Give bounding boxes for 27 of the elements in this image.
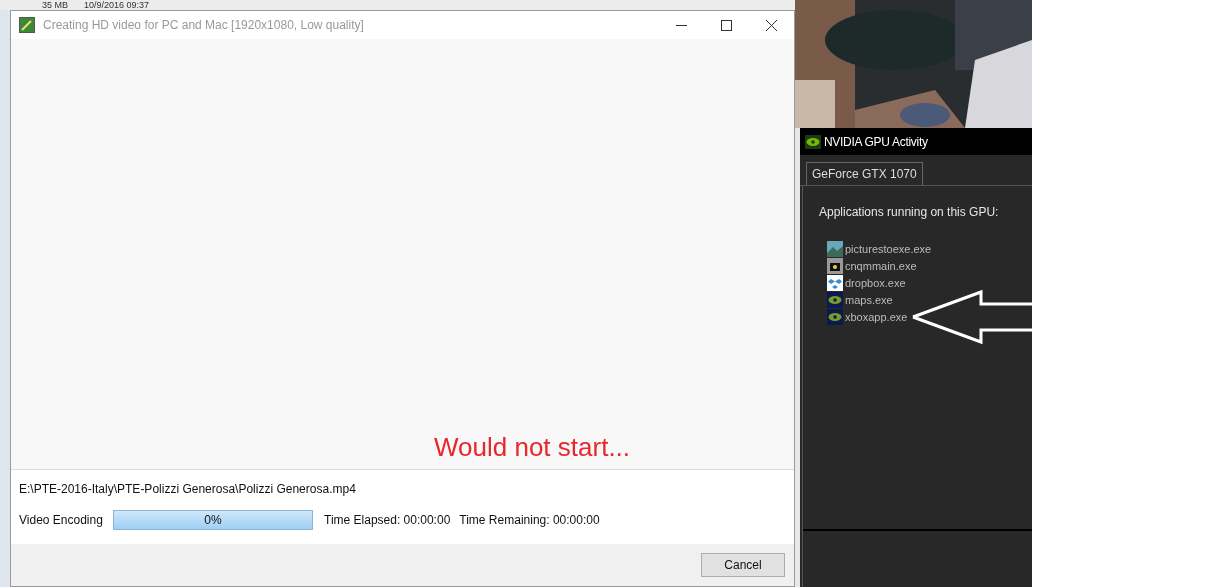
app-name: picturestoexe.exe [845, 241, 932, 257]
progress-text: 0% [203, 512, 223, 529]
camera-icon [827, 258, 843, 274]
output-path: E:\PTE-2016-Italy\PTE-Polizzi Generosa\Polizzi Generosa.mp4 [19, 481, 357, 498]
file-size: 35 MB [42, 0, 68, 10]
maximize-icon[interactable] [721, 19, 732, 31]
eye-logo-icon [827, 292, 843, 308]
eye-logo-icon [827, 309, 843, 325]
gpu-tab[interactable]: GeForce GTX 1070 [806, 162, 923, 185]
apps-heading: Applications running on this GPU: [819, 204, 1000, 221]
app-icon [19, 17, 35, 33]
app-name: dropbox.exe [845, 275, 906, 291]
task-label: Video Encoding [19, 512, 104, 529]
cancel-button[interactable]: Cancel [701, 553, 785, 577]
app-name: cnqmmain.exe [845, 258, 917, 274]
app-name: maps.exe [845, 292, 893, 308]
eye-logo-icon [805, 134, 821, 149]
panel-title: NVIDIA GPU Activity [824, 133, 928, 151]
time-elapsed: Time Elapsed: 00:00:00 [324, 512, 451, 529]
file-date: 10/9/2016 09:37 [84, 0, 150, 10]
landscape-icon [827, 241, 843, 257]
time-remaining: Time Remaining: 00:00:00 [459, 512, 600, 529]
dropbox-icon [827, 275, 843, 291]
window-title: Creating HD video for PC and Mac [1920x1080, Low quality] [43, 17, 364, 34]
annotation-text: Would not start... [434, 431, 631, 464]
close-icon[interactable] [766, 19, 777, 31]
app-name: xboxapp.exe [845, 309, 908, 325]
